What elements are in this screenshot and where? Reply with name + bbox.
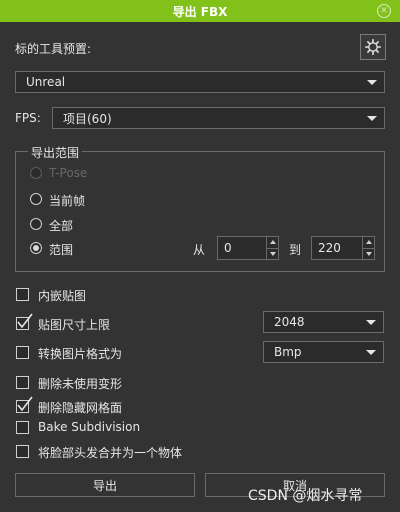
merge-face-head-checkbox[interactable] xyxy=(16,445,29,458)
radio-range[interactable] xyxy=(30,242,42,254)
close-icon[interactable]: ✕ xyxy=(377,4,391,18)
embed-textures-checkbox[interactable] xyxy=(16,288,29,301)
image-format-value: Bmp xyxy=(274,345,302,359)
image-format-dropdown[interactable]: Bmp xyxy=(263,341,384,363)
export-button[interactable]: 导出 xyxy=(15,473,195,497)
range-from-value: 0 xyxy=(224,241,232,255)
increment-icon[interactable] xyxy=(363,237,374,249)
gear-icon xyxy=(365,39,381,55)
texture-size-dropdown[interactable]: 2048 xyxy=(263,311,384,333)
preset-value: Unreal xyxy=(26,75,66,89)
radio-current-frame-label: 当前帧 xyxy=(49,194,86,208)
embed-textures-label: 内嵌贴图 xyxy=(38,289,87,303)
watermark-text: CSDN @烟水寻常 xyxy=(248,488,363,504)
decrement-icon[interactable] xyxy=(363,249,374,260)
delete-hidden-mesh-checkbox[interactable] xyxy=(16,396,33,413)
radio-all[interactable] xyxy=(30,218,42,230)
radio-tpose[interactable] xyxy=(30,167,42,179)
delete-unused-morphs-label: 删除未使用变形 xyxy=(38,377,123,391)
increment-icon[interactable] xyxy=(267,237,278,249)
chevron-down-icon xyxy=(367,116,377,121)
radio-tpose-label: T-Pose xyxy=(49,166,88,180)
checkmark-icon xyxy=(17,313,33,329)
window-title: 导出 FBX xyxy=(172,4,228,19)
export-range-title: 导出范围 xyxy=(28,144,83,161)
texture-size-value: 2048 xyxy=(274,315,305,329)
range-to-label: 到 xyxy=(289,243,302,257)
preset-dropdown[interactable]: Unreal xyxy=(15,71,385,93)
radio-range-label: 范围 xyxy=(49,243,74,257)
chevron-down-icon xyxy=(367,80,377,85)
bake-subdivision-label: Bake Subdivision xyxy=(38,420,141,434)
title-bar: 导出 FBX ✕ xyxy=(0,0,400,22)
range-to-input[interactable]: 220 xyxy=(311,236,375,260)
convert-image-format-label: 转换图片格式为 xyxy=(38,347,123,361)
range-to-value: 220 xyxy=(318,241,341,255)
chevron-down-icon xyxy=(366,320,376,325)
merge-face-head-label: 将脸部头发合并为一个物体 xyxy=(38,446,183,460)
fps-label: FPS: xyxy=(15,111,41,125)
texture-size-limit-label: 贴图尺寸上限 xyxy=(38,318,111,332)
radio-all-label: 全部 xyxy=(49,219,74,233)
delete-hidden-mesh-label: 删除隐藏网格面 xyxy=(38,401,123,415)
fps-dropdown[interactable]: 项目(60) xyxy=(52,107,385,129)
radio-current-frame[interactable] xyxy=(30,193,42,205)
checkmark-icon xyxy=(17,396,33,412)
preset-label: 标的工具预置: xyxy=(15,42,92,56)
bake-subdivision-checkbox[interactable] xyxy=(16,421,29,434)
range-from-label: 从 xyxy=(193,243,206,257)
delete-unused-morphs-checkbox[interactable] xyxy=(16,376,29,389)
range-from-input[interactable]: 0 xyxy=(217,236,279,260)
decrement-icon[interactable] xyxy=(267,249,278,260)
convert-image-format-checkbox[interactable] xyxy=(16,346,29,359)
chevron-down-icon xyxy=(366,350,376,355)
preset-settings-button[interactable] xyxy=(360,34,386,60)
export-button-label: 导出 xyxy=(92,478,117,493)
texture-size-limit-checkbox[interactable] xyxy=(16,313,33,330)
fps-value: 项目(60) xyxy=(63,111,112,126)
